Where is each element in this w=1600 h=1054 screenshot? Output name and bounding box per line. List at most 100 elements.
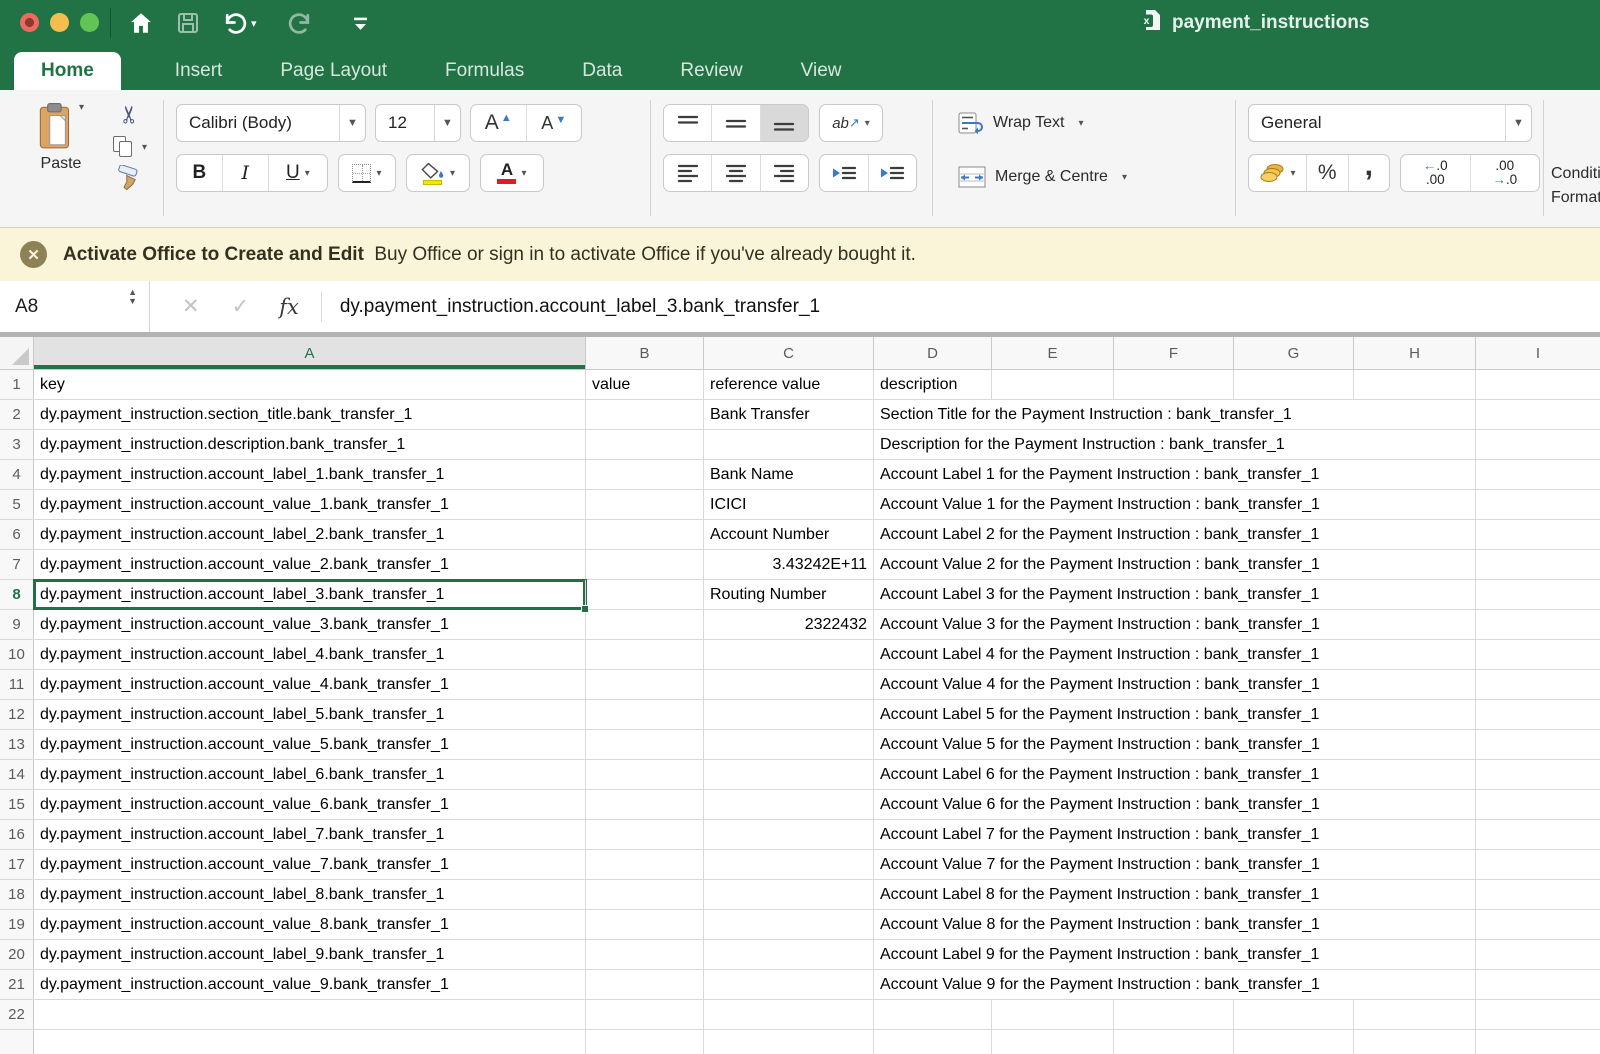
cell-A18[interactable]: dy.payment_instruction.account_label_8.b… — [34, 880, 586, 909]
cell-C11[interactable] — [704, 670, 874, 699]
cell-D11[interactable]: Account Value 4 for the Payment Instruct… — [874, 670, 1476, 699]
cell-D4[interactable]: Account Label 1 for the Payment Instruct… — [874, 460, 1476, 489]
column-header-B[interactable]: B — [586, 337, 704, 369]
cell-C3[interactable] — [704, 430, 874, 459]
cell-D21[interactable]: Account Value 9 for the Payment Instruct… — [874, 970, 1476, 999]
cell-F1[interactable] — [1114, 370, 1234, 399]
cell-I22[interactable] — [1476, 1000, 1600, 1029]
cell-B12[interactable] — [586, 700, 704, 729]
tab-formulas[interactable]: Formulas — [441, 52, 528, 90]
cell-D[interactable] — [874, 1030, 992, 1054]
decrease-indent-button[interactable] — [820, 155, 869, 191]
font-name-select[interactable]: Calibri (Body) ▼ — [176, 104, 366, 142]
orientation-dropdown-icon[interactable]: ▾ — [865, 118, 870, 129]
font-color-dropdown-icon[interactable]: ▾ — [521, 168, 526, 179]
cell-C19[interactable] — [704, 910, 874, 939]
cell-H1[interactable] — [1354, 370, 1476, 399]
align-center-button[interactable] — [712, 155, 760, 191]
cell-A11[interactable]: dy.payment_instruction.account_value_4.b… — [34, 670, 586, 699]
cell-A13[interactable]: dy.payment_instruction.account_value_5.b… — [34, 730, 586, 759]
cell-C20[interactable] — [704, 940, 874, 969]
row-header-5[interactable]: 5 — [0, 490, 34, 519]
row-header-12[interactable]: 12 — [0, 700, 34, 729]
cell-D15[interactable]: Account Value 6 for the Payment Instruct… — [874, 790, 1476, 819]
row-header-1[interactable]: 1 — [0, 370, 34, 399]
close-window-button[interactable] — [20, 13, 39, 32]
cell-I9[interactable] — [1476, 610, 1600, 639]
cell-C12[interactable] — [704, 700, 874, 729]
cell-A1[interactable]: key — [34, 370, 586, 399]
cell-G[interactable] — [1234, 1030, 1354, 1054]
cell-I21[interactable] — [1476, 970, 1600, 999]
cell-B8[interactable] — [586, 580, 704, 609]
row-header-14[interactable]: 14 — [0, 760, 34, 789]
tab-view[interactable]: View — [797, 52, 846, 90]
cell-D12[interactable]: Account Label 5 for the Payment Instruct… — [874, 700, 1476, 729]
cell-B15[interactable] — [586, 790, 704, 819]
cell-I12[interactable] — [1476, 700, 1600, 729]
shrink-font-button[interactable]: A▼ — [527, 105, 582, 141]
cell-D8[interactable]: Account Label 3 for the Payment Instruct… — [874, 580, 1476, 609]
cell-I[interactable] — [1476, 1030, 1600, 1054]
cell-C1[interactable]: reference value — [704, 370, 874, 399]
row-header-4[interactable]: 4 — [0, 460, 34, 489]
cell-I10[interactable] — [1476, 640, 1600, 669]
save-icon[interactable] — [176, 9, 200, 37]
tab-page-layout[interactable]: Page Layout — [276, 52, 391, 90]
cell-B9[interactable] — [586, 610, 704, 639]
increase-decimal-button[interactable]: ←.0.00 — [1401, 155, 1471, 191]
cell-C14[interactable] — [704, 760, 874, 789]
row-header-8[interactable]: 8 — [0, 580, 34, 609]
cell-I8[interactable] — [1476, 580, 1600, 609]
row-header-7[interactable]: 7 — [0, 550, 34, 579]
row-header-2[interactable]: 2 — [0, 400, 34, 429]
currency-dropdown-icon[interactable]: ▾ — [1290, 168, 1295, 179]
cell-A15[interactable]: dy.payment_instruction.account_value_6.b… — [34, 790, 586, 819]
tab-data[interactable]: Data — [578, 52, 626, 90]
percent-style-button[interactable]: % — [1307, 155, 1349, 191]
cell-B11[interactable] — [586, 670, 704, 699]
cell-A4[interactable]: dy.payment_instruction.account_label_1.b… — [34, 460, 586, 489]
row-header-9[interactable]: 9 — [0, 610, 34, 639]
cell-A5[interactable]: dy.payment_instruction.account_value_1.b… — [34, 490, 586, 519]
cell-B7[interactable] — [586, 550, 704, 579]
row-header-20[interactable]: 20 — [0, 940, 34, 969]
row-header-18[interactable]: 18 — [0, 880, 34, 909]
cell-D10[interactable]: Account Label 4 for the Payment Instruct… — [874, 640, 1476, 669]
align-right-button[interactable] — [761, 155, 808, 191]
cell-D3[interactable]: Description for the Payment Instruction … — [874, 430, 1476, 459]
cell-A14[interactable]: dy.payment_instruction.account_label_6.b… — [34, 760, 586, 789]
column-header-H[interactable]: H — [1354, 337, 1476, 369]
row-header-17[interactable]: 17 — [0, 850, 34, 879]
cell-A2[interactable]: dy.payment_instruction.section_title.ban… — [34, 400, 586, 429]
column-header-A[interactable]: A — [34, 337, 586, 369]
row-header-15[interactable]: 15 — [0, 790, 34, 819]
align-bottom-button[interactable] — [761, 105, 808, 141]
cell-D19[interactable]: Account Value 8 for the Payment Instruct… — [874, 910, 1476, 939]
column-header-C[interactable]: C — [704, 337, 874, 369]
cell-C4[interactable]: Bank Name — [704, 460, 874, 489]
cell-A16[interactable]: dy.payment_instruction.account_label_7.b… — [34, 820, 586, 849]
name-box-stepper[interactable]: ▲▼ — [128, 288, 137, 306]
cell-B[interactable] — [586, 1030, 704, 1054]
align-left-button[interactable] — [664, 155, 712, 191]
currency-format-button[interactable]: ▾ — [1249, 155, 1307, 191]
font-name-dropdown-icon[interactable]: ▼ — [339, 105, 365, 141]
paste-button[interactable]: ▾ Paste — [18, 102, 104, 173]
cell-A[interactable] — [34, 1030, 586, 1054]
cell-B10[interactable] — [586, 640, 704, 669]
cell-B22[interactable] — [586, 1000, 704, 1029]
align-middle-button[interactable] — [712, 105, 760, 141]
cell-A20[interactable]: dy.payment_instruction.account_label_9.b… — [34, 940, 586, 969]
cell-I17[interactable] — [1476, 850, 1600, 879]
cut-button[interactable]: ✂ — [115, 104, 144, 124]
text-orientation-button[interactable]: ab ↗ ▾ — [820, 105, 882, 141]
cell-C5[interactable]: ICICI — [704, 490, 874, 519]
conditional-formatting-button[interactable]: Conditional Formatting — [1551, 162, 1600, 210]
cell-E1[interactable] — [992, 370, 1114, 399]
copy-button[interactable]: ▾ — [113, 136, 147, 158]
cell-B3[interactable] — [586, 430, 704, 459]
cell-C9[interactable]: 2322432 — [704, 610, 874, 639]
insert-function-icon[interactable]: fx — [279, 295, 299, 319]
name-box[interactable]: A8 ▲▼ — [0, 281, 150, 332]
